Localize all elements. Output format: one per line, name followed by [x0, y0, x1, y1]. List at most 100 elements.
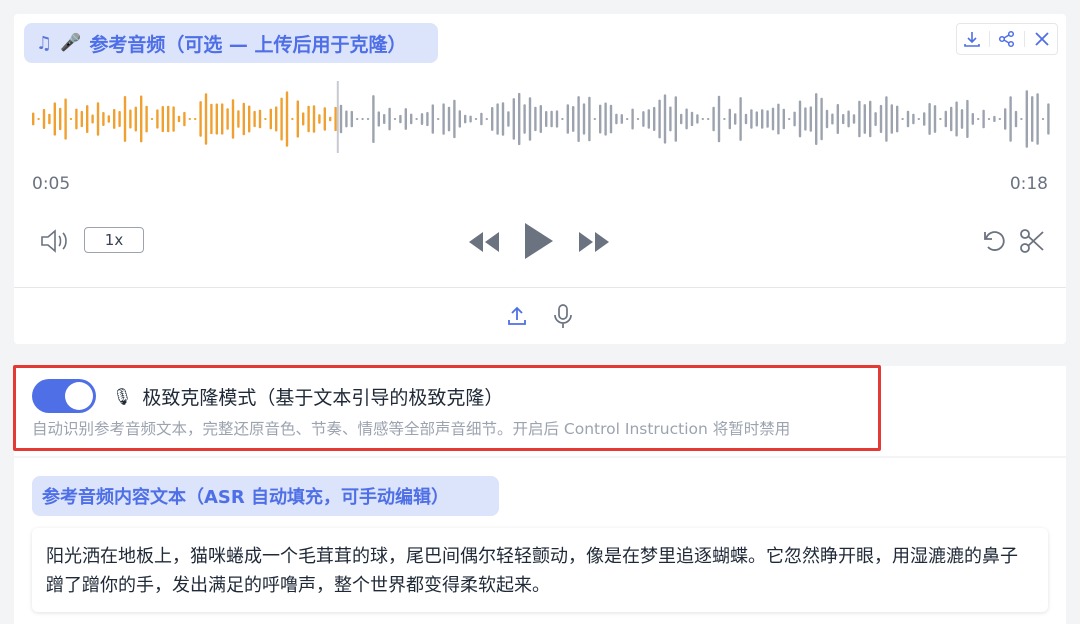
clone-mode-toggle[interactable] — [32, 379, 96, 413]
rewind-button[interactable] — [466, 227, 502, 257]
waveform-bar — [42, 109, 46, 129]
waveform-bar — [1025, 90, 1028, 148]
waveform-bar — [194, 118, 197, 120]
waveform-bar — [485, 118, 488, 120]
reset-button[interactable] — [978, 225, 1010, 257]
waveform-bar — [226, 108, 229, 130]
waveform-bar — [64, 98, 67, 140]
playback-controls: 1x — [14, 219, 1066, 267]
waveform-bar — [248, 105, 251, 133]
waveform-bar — [339, 104, 343, 134]
waveform-bar — [917, 118, 920, 120]
upload-button[interactable] — [501, 300, 533, 332]
scissors-icon — [1020, 229, 1044, 253]
waveform-bar — [356, 118, 359, 120]
waveform-bar — [669, 106, 672, 132]
waveform-bar — [177, 115, 181, 123]
waveform-bar — [329, 116, 332, 122]
waveform-bar — [215, 103, 218, 135]
microphone-icon: 🎤 — [60, 33, 82, 53]
waveform-bar — [372, 95, 375, 143]
waveform-bar — [1041, 118, 1045, 120]
waveform-bar — [950, 106, 953, 132]
waveform-bar — [150, 118, 154, 120]
waveform-bar — [885, 96, 888, 142]
fast-forward-icon — [579, 232, 609, 252]
waveform-bar — [91, 114, 94, 124]
volume-icon — [41, 229, 67, 253]
waveform-bar — [653, 106, 656, 131]
waveform-bar — [690, 111, 694, 127]
waveform-bar — [712, 106, 715, 132]
waveform-bar — [539, 105, 542, 133]
waveform-bar — [555, 110, 559, 128]
waveform-bar — [744, 113, 748, 125]
waveform-bar — [96, 102, 100, 136]
waveform-bar — [123, 96, 127, 142]
playback-rate-button[interactable]: 1x — [84, 227, 144, 253]
waveform-bar — [312, 105, 316, 133]
playhead-cursor[interactable] — [336, 81, 339, 153]
waveform-bar — [685, 108, 688, 130]
toolbar-separator — [989, 31, 991, 47]
waveform-bar — [442, 103, 445, 135]
waveform-bar — [415, 118, 418, 120]
waveform-bar — [723, 118, 726, 120]
waveform-bar — [48, 113, 51, 125]
waveform-bar — [588, 96, 591, 142]
waveform-bar — [636, 118, 640, 120]
waveform-bar — [75, 108, 78, 130]
waveform-bar — [161, 106, 164, 133]
waveform-bar — [896, 105, 899, 133]
close-button[interactable] — [1028, 25, 1056, 53]
waveform-bar — [307, 105, 310, 133]
waveform-bar — [345, 110, 348, 128]
waveform-bar — [275, 106, 278, 132]
record-button[interactable] — [547, 300, 579, 332]
waveform-bar — [928, 103, 931, 135]
waveform-bar — [1020, 118, 1023, 120]
volume-button[interactable] — [36, 225, 72, 257]
trim-button[interactable] — [1016, 225, 1048, 257]
waveform-bar — [717, 95, 721, 143]
waveform-bar — [852, 114, 856, 124]
waveform-bar — [210, 103, 213, 135]
waveform-bar — [69, 118, 73, 120]
waveform-bar — [269, 108, 272, 130]
waveform-bar — [393, 118, 397, 120]
waveform-bar — [404, 108, 407, 130]
waveform-bar — [815, 93, 818, 145]
waveform-bar — [318, 114, 321, 124]
waveform-bar — [199, 101, 202, 137]
share-button[interactable] — [993, 25, 1021, 53]
waveform-bar — [825, 109, 829, 129]
waveform-bar — [453, 99, 456, 139]
play-button[interactable] — [518, 219, 558, 263]
audio-label-badge: ♫ 🎤 参考音频（可选 — 上传后用于克隆） — [24, 23, 438, 63]
reference-text-label: 参考音频内容文本（ASR 自动填充，可手动编辑） — [32, 476, 499, 516]
fast-forward-button[interactable] — [576, 227, 612, 257]
waveform-bar — [145, 105, 148, 133]
waveform-bar — [960, 109, 964, 129]
toolbar-separator — [1023, 31, 1025, 47]
waveform-bar — [134, 106, 137, 132]
waveform-bar — [107, 115, 110, 123]
reference-text-input[interactable]: 阳光洒在地板上，猫咪蜷成一个毛茸茸的球，尾巴间偶尔轻轻颤动，像是在梦里追逐蝴蝶。… — [32, 528, 1048, 612]
waveform-bar — [696, 114, 699, 124]
waveform-bar — [334, 106, 337, 132]
waveform-bar — [593, 118, 596, 120]
waveform-bar — [847, 110, 850, 128]
waveform-bar — [863, 104, 866, 134]
clone-mode-title: 🎙 极致克隆模式（基于文本引导的极致克隆） — [112, 383, 503, 410]
waveform-bar — [53, 102, 56, 136]
waveform-bar — [615, 113, 618, 125]
download-button[interactable] — [958, 25, 986, 53]
waveform-bar — [782, 108, 785, 130]
waveform-bar — [285, 91, 289, 147]
waveform-bar — [858, 100, 861, 138]
waveform-bar — [842, 114, 845, 125]
audio-waveform[interactable] — [14, 74, 1066, 174]
waveform-bar — [221, 103, 224, 135]
waveform-bar — [933, 105, 937, 133]
audio-source-row — [14, 300, 1066, 334]
